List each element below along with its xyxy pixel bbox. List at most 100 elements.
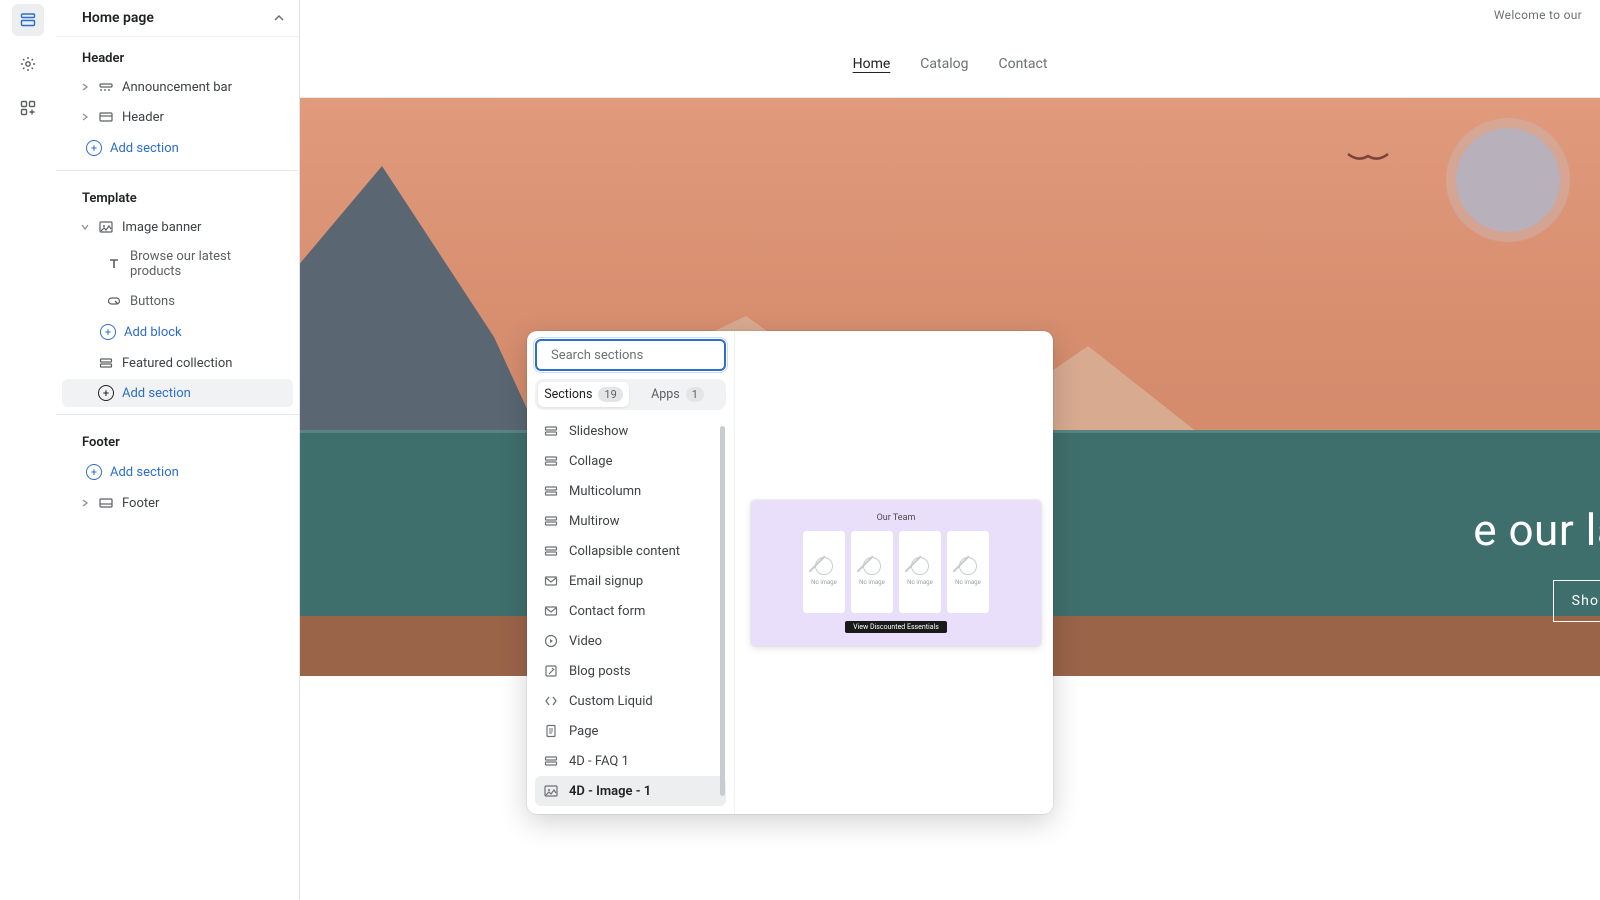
button-icon [106,293,122,309]
apps-icon [20,100,36,116]
divider [56,170,299,171]
thumb-card: No image [899,531,941,613]
section-type-icon [543,603,559,619]
bird-graphic [1346,152,1390,162]
section-option[interactable]: Page [535,716,726,746]
section-type-icon [543,783,559,799]
sidebar-item-header[interactable]: Header [62,103,293,131]
sidebar-item-image-banner[interactable]: Image banner [62,213,293,241]
section-picker-popover: Sections 19 Apps 1 Slideshow Collage Multi… [527,331,1053,814]
rail-sections-button[interactable] [12,4,44,36]
no-image-icon [959,557,977,575]
collapse-sidebar-button[interactable] [271,10,287,26]
sections-icon [20,12,36,28]
sidebar-item-label: Image banner [122,220,201,235]
no-image-icon [911,557,929,575]
header-icon [98,109,114,125]
section-option[interactable]: Multirow [535,506,726,536]
section-option[interactable]: Blog posts [535,656,726,686]
sidebar-item-footer[interactable]: Footer [62,489,293,517]
hero-headline: e our late [1473,504,1600,556]
gear-icon [20,56,36,72]
section-type-icon [543,543,559,559]
thumb-card: No image [803,531,845,613]
section-option-label: Email signup [569,574,643,589]
section-option-label: Slideshow [569,424,628,439]
group-template: Template [56,177,299,212]
sidebar-item-label: Footer [122,496,159,511]
sidebar-item-label: Browse our latest products [130,249,281,279]
section-type-icon [543,633,559,649]
add-block[interactable]: + Add block [56,316,299,348]
tabs: Sections 19 Apps 1 [535,379,726,410]
section-type-icon [543,723,559,739]
thumb-cards: No image No image No image No image [803,531,989,613]
icon-rail [0,0,56,900]
search-sections-field[interactable] [535,339,726,371]
section-option-label: Multicolumn [569,484,641,499]
section-option[interactable]: 4D - FAQ 1 [535,746,726,776]
section-option[interactable]: Email signup [535,566,726,596]
section-option[interactable]: Slideshow [535,416,726,446]
sidebar-item-buttons[interactable]: Buttons [62,287,293,315]
section-option-label: Collapsible content [569,544,680,559]
sidebar-item-label: Featured collection [122,356,232,371]
plus-circle-icon: + [100,324,116,340]
section-option-label: Collage [569,454,612,469]
section-option[interactable]: Contact form [535,596,726,626]
rail-settings-button[interactable] [12,48,44,80]
no-image-icon [815,557,833,575]
tab-apps[interactable]: Apps 1 [632,382,723,407]
announcement-text: Welcome to our [1494,8,1582,22]
count-badge: 19 [598,387,622,402]
sidebar-item-label: Announcement bar [122,80,232,95]
sidebar-item-announcement-bar[interactable]: Announcement bar [62,73,293,101]
chevron-right-icon [80,112,90,122]
rail-apps-button[interactable] [12,92,44,124]
section-type-icon [543,663,559,679]
add-section-template[interactable]: · + Add section [62,379,293,407]
chevron-up-icon [274,13,284,23]
sidebar-item-browse-products[interactable]: Browse our latest products [62,243,293,285]
section-type-icon [543,753,559,769]
section-option[interactable]: Video [535,626,726,656]
nav-catalog[interactable]: Catalog [920,56,968,72]
section-type-icon [543,423,559,439]
nav-home[interactable]: Home [853,56,891,72]
search-input[interactable] [551,348,717,363]
hero-shop-button[interactable]: Shop all [1553,580,1600,622]
thumb-card: No image [947,531,989,613]
section-option[interactable]: Custom Liquid [535,686,726,716]
section-list[interactable]: Slideshow Collage Multicolumn Multirow Colla… [535,416,726,806]
section-option-label: 4D - FAQ 1 [569,754,629,769]
sidebar-item-label: Header [122,110,164,125]
chevron-down-icon [80,222,90,232]
group-header: Header [56,37,299,72]
plus-circle-icon: + [86,140,102,156]
thumb-pill: View Discounted Essentials [845,621,947,633]
section-type-icon [543,453,559,469]
image-icon [98,219,114,235]
section-option[interactable]: Collage [535,446,726,476]
announcement-icon [98,79,114,95]
section-preview-pane: Our Team No image No image No image No i… [735,331,1053,814]
sidebar-item-featured-collection[interactable]: · Featured collection [62,349,293,377]
tab-sections[interactable]: Sections 19 [538,382,629,407]
add-section-footer[interactable]: + Add section [56,456,299,488]
section-option-label: Contact form [569,604,645,619]
chevron-right-icon [80,498,90,508]
sidebar-item-label: Buttons [130,294,175,309]
scrollbar[interactable] [720,426,725,796]
storefront-header: YTVideos4Dawn Home Catalog Contact [300,30,1600,98]
section-option-label: Page [569,724,598,739]
section-type-icon [543,513,559,529]
section-option[interactable]: Collapsible content [535,536,726,566]
nav-contact[interactable]: Contact [998,56,1047,72]
collection-icon [98,355,114,371]
sidebar: Home page Header Announcement bar Header… [56,0,300,900]
section-option[interactable]: 4D - Image - 1 [535,776,726,806]
section-option[interactable]: Multicolumn [535,476,726,506]
section-option-label: 4D - Image - 1 [569,784,651,799]
plus-circle-icon: + [86,464,102,480]
add-section-header[interactable]: + Add section [56,132,299,164]
